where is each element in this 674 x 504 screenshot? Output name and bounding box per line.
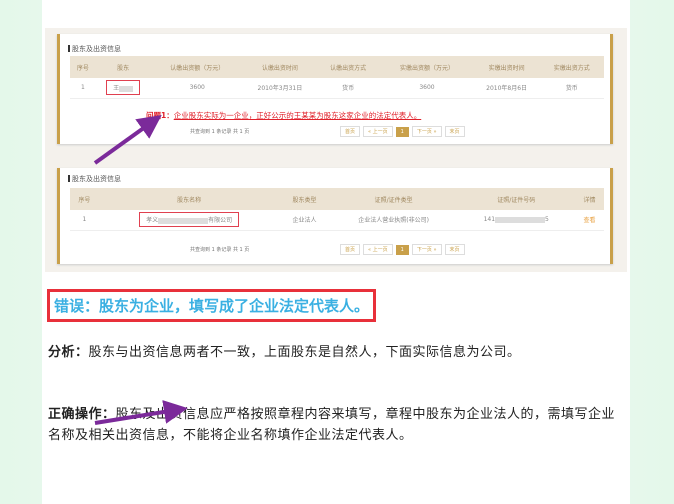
arrow-icon — [93, 114, 162, 165]
arrow-annotations — [93, 114, 188, 425]
arrow-icon — [94, 400, 188, 425]
